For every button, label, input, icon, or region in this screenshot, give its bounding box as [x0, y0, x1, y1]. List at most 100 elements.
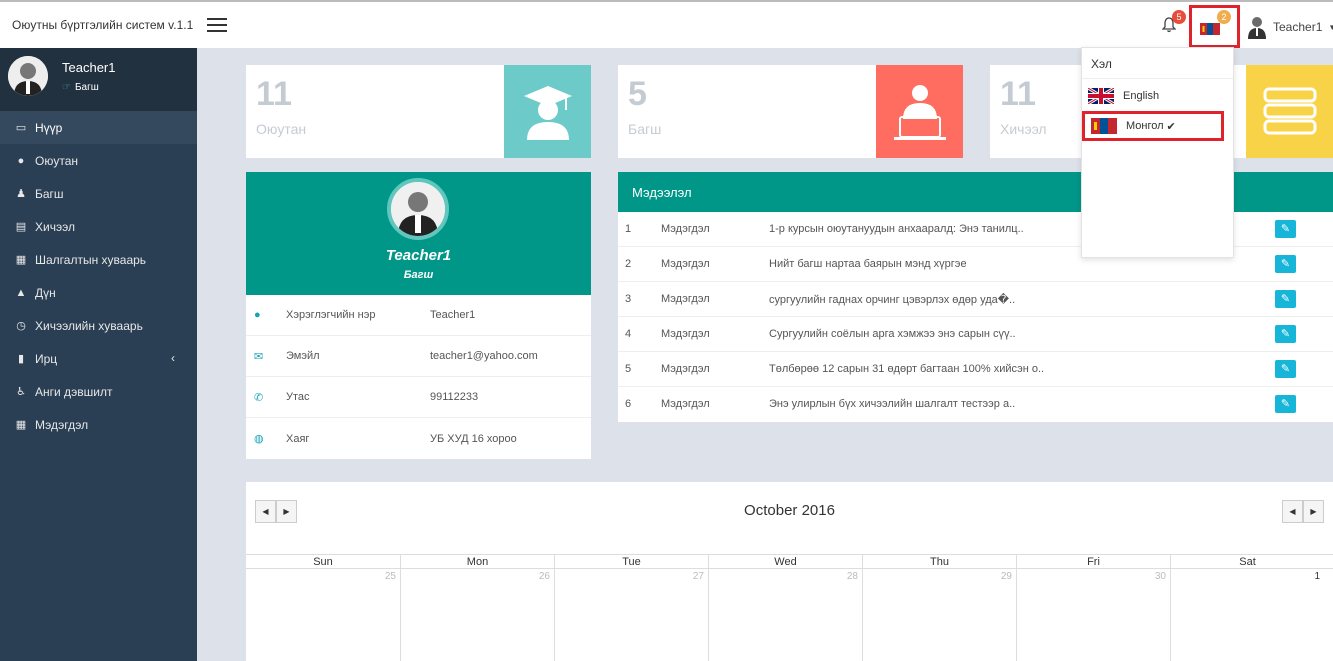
sidebar-profile-role: Багш: [74, 82, 99, 93]
day-cell[interactable]: 1: [1170, 569, 1324, 661]
chevron-left-icon: ‹: [171, 351, 175, 365]
laptop-icon: ▭: [15, 122, 27, 134]
language-option-english[interactable]: English: [1082, 81, 1233, 111]
profile-avatar: [387, 178, 449, 240]
sidebar-item-courses[interactable]: ▤ Хичээл: [0, 210, 197, 243]
check-icon: ✔: [1166, 120, 1176, 133]
table-row: 3 Мэдэгдэл сургуулийн гаднах орчинг цэвэ…: [618, 282, 1333, 317]
calendar-icon: ▦: [15, 419, 27, 431]
edit-icon[interactable]: ✎: [1275, 290, 1296, 308]
profile-card-role: Багш: [403, 269, 434, 281]
day-header: Tue: [554, 555, 708, 568]
calendar-week: 25 26 27 28 29 30 1: [246, 569, 1333, 661]
language-option-mongolian[interactable]: Монгол ✔: [1082, 111, 1224, 141]
profile-row-email: ✉ Эмэйл teacher1@yahoo.com: [246, 336, 591, 377]
day-cell[interactable]: 29: [862, 569, 1016, 661]
stat-teachers-label: Багш: [628, 121, 662, 137]
avatar: [8, 56, 48, 96]
day-header: Sat: [1170, 555, 1324, 568]
user-menu-name: Teacher1: [1273, 20, 1323, 34]
day-header: Sun: [313, 556, 333, 568]
profile-row-username: ● Хэрэглэгчийн нэр Teacher1: [246, 295, 591, 336]
stat-teachers: 5 Багш: [618, 65, 963, 158]
stat-students: 11 Оюутан: [246, 65, 591, 158]
teacher-icon: ♟: [16, 188, 26, 200]
day-header: Mon: [400, 555, 554, 568]
calendar-nav-right: ◀ ▶: [1282, 500, 1324, 523]
table-row: 6 Мэдэгдэл Энэ улирлын бүх хичээлийн шал…: [618, 387, 1333, 422]
mongolia-flag-icon: [1200, 23, 1220, 35]
sidebar: Teacher1 ☞ Багш ▭ Нүүр ● Оюутан ♟ Багш ▤ …: [0, 48, 197, 661]
globe-icon: ◍: [254, 433, 264, 445]
caret-down-icon: ▼: [1328, 22, 1333, 32]
day-cell[interactable]: 28: [708, 569, 862, 661]
table-row: 4 Мэдэгдэл Сургуулийн соёлын арга хэмжээ…: [618, 317, 1333, 352]
next-icon[interactable]: ▶: [1303, 500, 1324, 523]
language-badge: 2: [1217, 10, 1231, 24]
language-dropdown: Хэл English Монгол ✔: [1081, 47, 1234, 258]
sidebar-profile: Teacher1 ☞ Багш: [0, 48, 197, 111]
language-dropdown-header: Хэл: [1082, 48, 1233, 79]
day-cell[interactable]: 26: [400, 569, 554, 661]
profile-card-header: Teacher1 Багш: [246, 172, 591, 295]
menu-toggle-icon[interactable]: [207, 18, 227, 32]
uk-flag-icon: [1088, 88, 1114, 104]
day-cell[interactable]: 27: [554, 569, 708, 661]
prev-icon[interactable]: ◀: [1282, 500, 1303, 523]
calendar-title: October 2016: [744, 502, 835, 519]
stat-courses-value: 11: [1000, 75, 1036, 113]
teacher-laptop-icon: [876, 65, 963, 158]
sitemap-icon: ▦: [15, 254, 27, 266]
sidebar-item-promotion[interactable]: ♿ Анги дэвшилт: [0, 375, 197, 408]
top-navbar: Оюутны бүртгэлийн систем v.1.1 5 2 Teach…: [0, 0, 1333, 48]
edit-icon[interactable]: ✎: [1275, 325, 1296, 343]
blind-icon: ♿: [16, 386, 26, 398]
mongolia-flag-icon: [1091, 118, 1117, 134]
sidebar-item-exam-schedule[interactable]: ▦ Шалгалтын хуваарь: [0, 243, 197, 276]
calendar-day-headers: Sun Mon Tue Wed Thu Fri Sat: [246, 554, 1333, 569]
phone-icon: ✆: [254, 391, 264, 404]
stat-teachers-value: 5: [628, 75, 647, 113]
user-icon: ●: [254, 309, 261, 321]
flask-icon: ▲: [15, 286, 27, 299]
hand-icon: ☞: [62, 82, 71, 93]
sidebar-item-class-schedule[interactable]: ◷ Хичээлийн хуваарь: [0, 309, 197, 342]
profile-row-address: ◍ Хаяг УБ ХУД 16 хороо: [254, 432, 517, 446]
user-icon: ●: [17, 154, 25, 167]
edit-icon[interactable]: ✎: [1275, 395, 1296, 413]
edit-icon[interactable]: ✎: [1275, 220, 1296, 238]
day-header: Wed: [708, 555, 862, 568]
sidebar-item-home[interactable]: ▭ Нүүр: [0, 111, 197, 144]
stat-students-value: 11: [256, 75, 292, 113]
table-row: 5 Мэдэгдэл Төлбөрөө 12 сарын 31 өдөрт ба…: [618, 352, 1333, 387]
user-menu[interactable]: Teacher1 ▼: [1247, 14, 1333, 40]
graduate-icon: [504, 65, 591, 158]
sidebar-item-teachers[interactable]: ♟ Багш: [0, 177, 197, 210]
sidebar-item-notices[interactable]: ▦ Мэдэгдэл: [0, 408, 197, 441]
stat-courses-label: Хичээл: [1000, 121, 1047, 137]
profile-card: Teacher1 Багш ● Хэрэглэгчийн нэр Teacher…: [246, 172, 591, 459]
sidebar-item-grades[interactable]: ▲ Дүн: [0, 276, 197, 309]
stat-students-label: Оюутан: [256, 121, 307, 137]
profile-row-phone: ✆ Утас 99112233: [246, 377, 591, 418]
sidebar-item-attendance[interactable]: ▮ Ирц ‹: [0, 342, 197, 375]
clock-icon: ◷: [16, 320, 26, 332]
language-button[interactable]: [1189, 5, 1240, 48]
profile-card-name: Teacher1: [385, 247, 452, 264]
sidebar-profile-name: Teacher1: [62, 60, 116, 75]
edit-icon[interactable]: ✎: [1275, 360, 1296, 378]
book-icon: ▤: [15, 221, 27, 233]
day-header: Thu: [862, 555, 1016, 568]
books-icon: [1246, 65, 1333, 158]
calendar: ◀ ▶ October 2016 ◀ ▶ Sun Mon Tue Wed Thu…: [246, 482, 1333, 661]
sidebar-item-students[interactable]: ● Оюутан: [0, 144, 197, 177]
notification-badge: 5: [1172, 10, 1186, 24]
day-cell[interactable]: 30: [1016, 569, 1170, 661]
app-title: Оюутны бүртгэлийн систем v.1.1: [12, 18, 194, 32]
user-avatar-icon: [1248, 17, 1266, 39]
envelope-icon: ✉: [254, 350, 264, 363]
day-header: Fri: [1016, 555, 1170, 568]
mobile-icon: ▮: [17, 353, 25, 365]
edit-icon[interactable]: ✎: [1275, 255, 1296, 273]
day-cell[interactable]: 25: [246, 569, 400, 661]
